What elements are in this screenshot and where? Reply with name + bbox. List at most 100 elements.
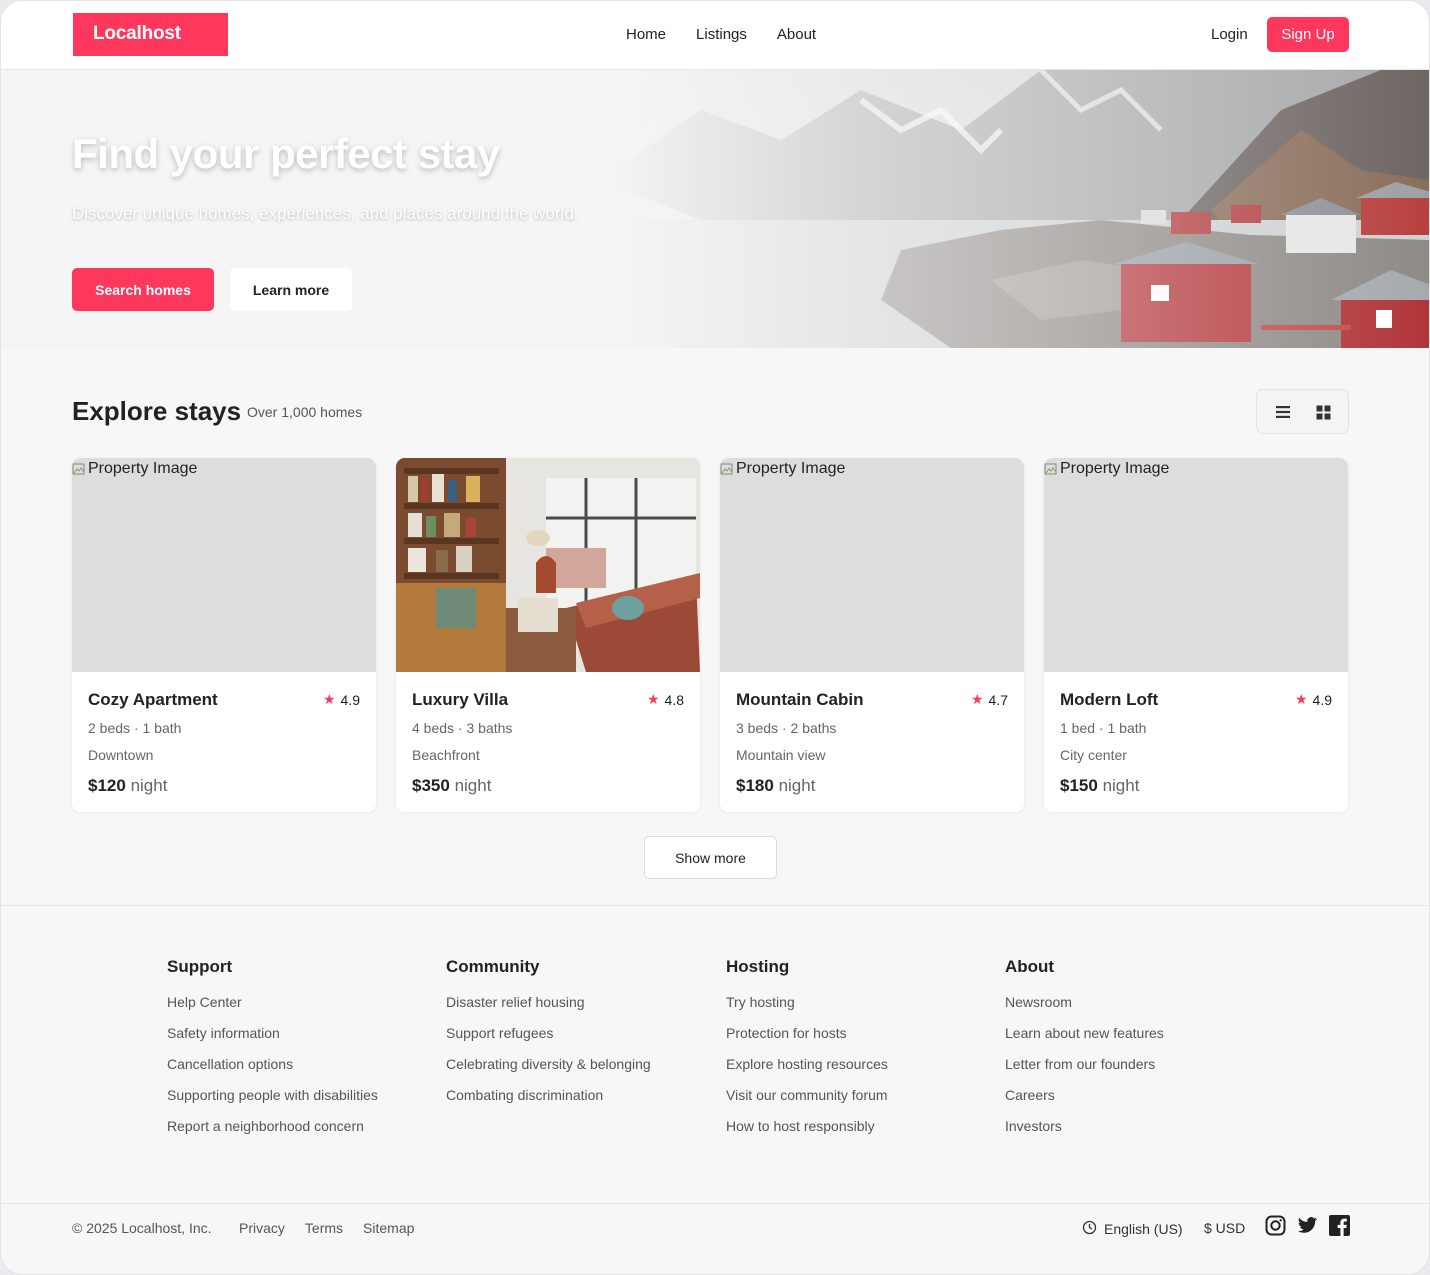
listing-location: Beachfront xyxy=(412,747,480,763)
footer-column-support: Support Help Center Safety information C… xyxy=(167,957,378,1149)
listing-grid: Property Image Cozy Apartment ★ 4.9 2 bed… xyxy=(72,458,1348,812)
listing-location: City center xyxy=(1060,747,1127,763)
listing-rating: ★ 4.9 xyxy=(1294,691,1332,708)
listing-price: $120 night xyxy=(88,776,168,795)
listing-beds: 4 beds · 3 baths xyxy=(412,720,513,736)
hero-subtitle: Discover unique homes, experiences, and … xyxy=(72,204,579,223)
listing-name: Mountain Cabin xyxy=(736,690,864,709)
login-link[interactable]: Login xyxy=(1211,26,1248,43)
footer-link[interactable]: Investors xyxy=(1005,1118,1164,1135)
main-nav: Home Listings About xyxy=(626,26,816,43)
terms-link[interactable]: Terms xyxy=(305,1220,343,1236)
broken-image-alt: Property Image xyxy=(720,460,845,478)
privacy-link[interactable]: Privacy xyxy=(239,1220,285,1236)
footer-link[interactable]: Disaster relief housing xyxy=(446,994,651,1011)
footer-link[interactable]: Report a neighborhood concern xyxy=(167,1118,378,1135)
language-selector[interactable]: English (US) xyxy=(1082,1220,1183,1238)
listing-beds: 3 beds · 2 baths xyxy=(736,720,837,736)
listing-price: $180 night xyxy=(736,776,816,795)
property-image[interactable]: Property Image xyxy=(1044,458,1348,672)
show-more-button[interactable]: Show more xyxy=(644,836,777,879)
social-links xyxy=(1265,1215,1350,1236)
browser-page: Localhost Home Listings About Login Sign… xyxy=(0,0,1430,1275)
hero-section: Find your perfect stay Discover unique h… xyxy=(1,70,1429,348)
footer-link[interactable]: Explore hosting resources xyxy=(726,1056,888,1073)
signup-button[interactable]: Sign Up xyxy=(1267,17,1349,52)
grid-icon[interactable] xyxy=(1313,402,1333,422)
footer-link[interactable]: Combating discrimination xyxy=(446,1087,651,1104)
star-icon: ★ xyxy=(1294,691,1308,707)
listing-rating: ★ 4.8 xyxy=(646,691,684,708)
broken-image-icon xyxy=(1044,462,1058,476)
star-icon: ★ xyxy=(646,691,660,707)
nav-listings[interactable]: Listings xyxy=(696,26,747,43)
instagram-icon[interactable] xyxy=(1265,1215,1286,1236)
property-image[interactable]: Property Image xyxy=(72,458,376,672)
language-label: English (US) xyxy=(1104,1221,1183,1237)
star-icon: ★ xyxy=(322,691,336,707)
footer-link[interactable]: Learn about new features xyxy=(1005,1025,1164,1042)
nav-about[interactable]: About xyxy=(777,26,816,43)
footer-link[interactable]: Supporting people with disabilities xyxy=(167,1087,378,1104)
logo[interactable]: Localhost xyxy=(73,13,228,56)
broken-image-alt: Property Image xyxy=(1044,460,1169,478)
footer-column-community: Community Disaster relief housing Suppor… xyxy=(446,957,651,1118)
list-icon[interactable] xyxy=(1273,402,1293,422)
search-homes-button[interactable]: Search homes xyxy=(72,268,214,311)
listing-location: Mountain view xyxy=(736,747,826,763)
view-toggle xyxy=(1256,389,1349,434)
footer-link[interactable]: Careers xyxy=(1005,1087,1164,1104)
footer-heading: Support xyxy=(167,957,233,976)
legal-links: Privacy Terms Sitemap xyxy=(239,1220,414,1236)
sitemap-link[interactable]: Sitemap xyxy=(363,1220,414,1236)
site-header: Localhost Home Listings About Login Sign… xyxy=(1,1,1429,70)
broken-image-icon xyxy=(720,462,734,476)
footer-link[interactable]: Help Center xyxy=(167,994,378,1011)
footer-link[interactable]: How to host responsibly xyxy=(726,1118,888,1135)
facebook-icon[interactable] xyxy=(1329,1215,1350,1236)
listing-count: Over 1,000 homes xyxy=(247,404,363,420)
footer-divider xyxy=(1,905,1429,906)
footer-link[interactable]: Celebrating diversity & belonging xyxy=(446,1056,651,1073)
explore-title: Explore stays xyxy=(72,396,242,426)
globe-icon xyxy=(1082,1220,1097,1238)
star-icon: ★ xyxy=(970,691,984,707)
listing-beds: 2 beds · 1 bath xyxy=(88,720,182,736)
listing-card[interactable]: Property Image Mountain Cabin ★ 4.7 3 bed… xyxy=(720,458,1024,812)
footer-heading: Hosting xyxy=(726,957,790,976)
broken-image-alt: Property Image xyxy=(72,460,197,478)
listing-rating: ★ 4.7 xyxy=(970,691,1008,708)
footer-heading: About xyxy=(1005,957,1055,976)
footer-link[interactable]: Visit our community forum xyxy=(726,1087,888,1104)
listing-name: Modern Loft xyxy=(1060,690,1159,709)
footer-link[interactable]: Try hosting xyxy=(726,994,888,1011)
twitter-icon[interactable] xyxy=(1297,1215,1318,1236)
copyright: © 2025 Localhost, Inc. xyxy=(72,1220,212,1236)
footer-link[interactable]: Cancellation options xyxy=(167,1056,378,1073)
footer-column-hosting: Hosting Try hosting Protection for hosts… xyxy=(726,957,888,1149)
footer-link[interactable]: Safety information xyxy=(167,1025,378,1042)
footer-link[interactable]: Protection for hosts xyxy=(726,1025,888,1042)
listing-name: Luxury Villa xyxy=(412,690,509,709)
listing-name: Cozy Apartment xyxy=(88,690,218,709)
listing-beds: 1 bed · 1 bath xyxy=(1060,720,1147,736)
listing-price: $350 night xyxy=(412,776,492,795)
listing-card[interactable]: Property Image Cozy Apartment ★ 4.9 2 bed… xyxy=(72,458,376,812)
living-room-photo xyxy=(396,458,700,672)
listing-card[interactable]: Luxury Villa ★ 4.8 4 beds · 3 baths Beach… xyxy=(396,458,700,812)
listing-price: $150 night xyxy=(1060,776,1140,795)
learn-more-button[interactable]: Learn more xyxy=(230,268,352,311)
listing-location: Downtown xyxy=(88,747,154,763)
footer-link[interactable]: Letter from our founders xyxy=(1005,1056,1164,1073)
listing-card[interactable]: Property Image Modern Loft ★ 4.9 1 bed · … xyxy=(1044,458,1348,812)
property-image[interactable] xyxy=(396,458,700,672)
currency-selector[interactable]: $ USD xyxy=(1204,1220,1245,1236)
footer-link[interactable]: Support refugees xyxy=(446,1025,651,1042)
property-image[interactable]: Property Image xyxy=(720,458,1024,672)
footer-link[interactable]: Newsroom xyxy=(1005,994,1164,1011)
footer-heading: Community xyxy=(446,957,540,976)
listing-rating: ★ 4.9 xyxy=(322,691,360,708)
hero-title: Find your perfect stay xyxy=(72,130,500,177)
nav-home[interactable]: Home xyxy=(626,26,666,43)
footer-column-about: About Newsroom Learn about new features … xyxy=(1005,957,1164,1149)
